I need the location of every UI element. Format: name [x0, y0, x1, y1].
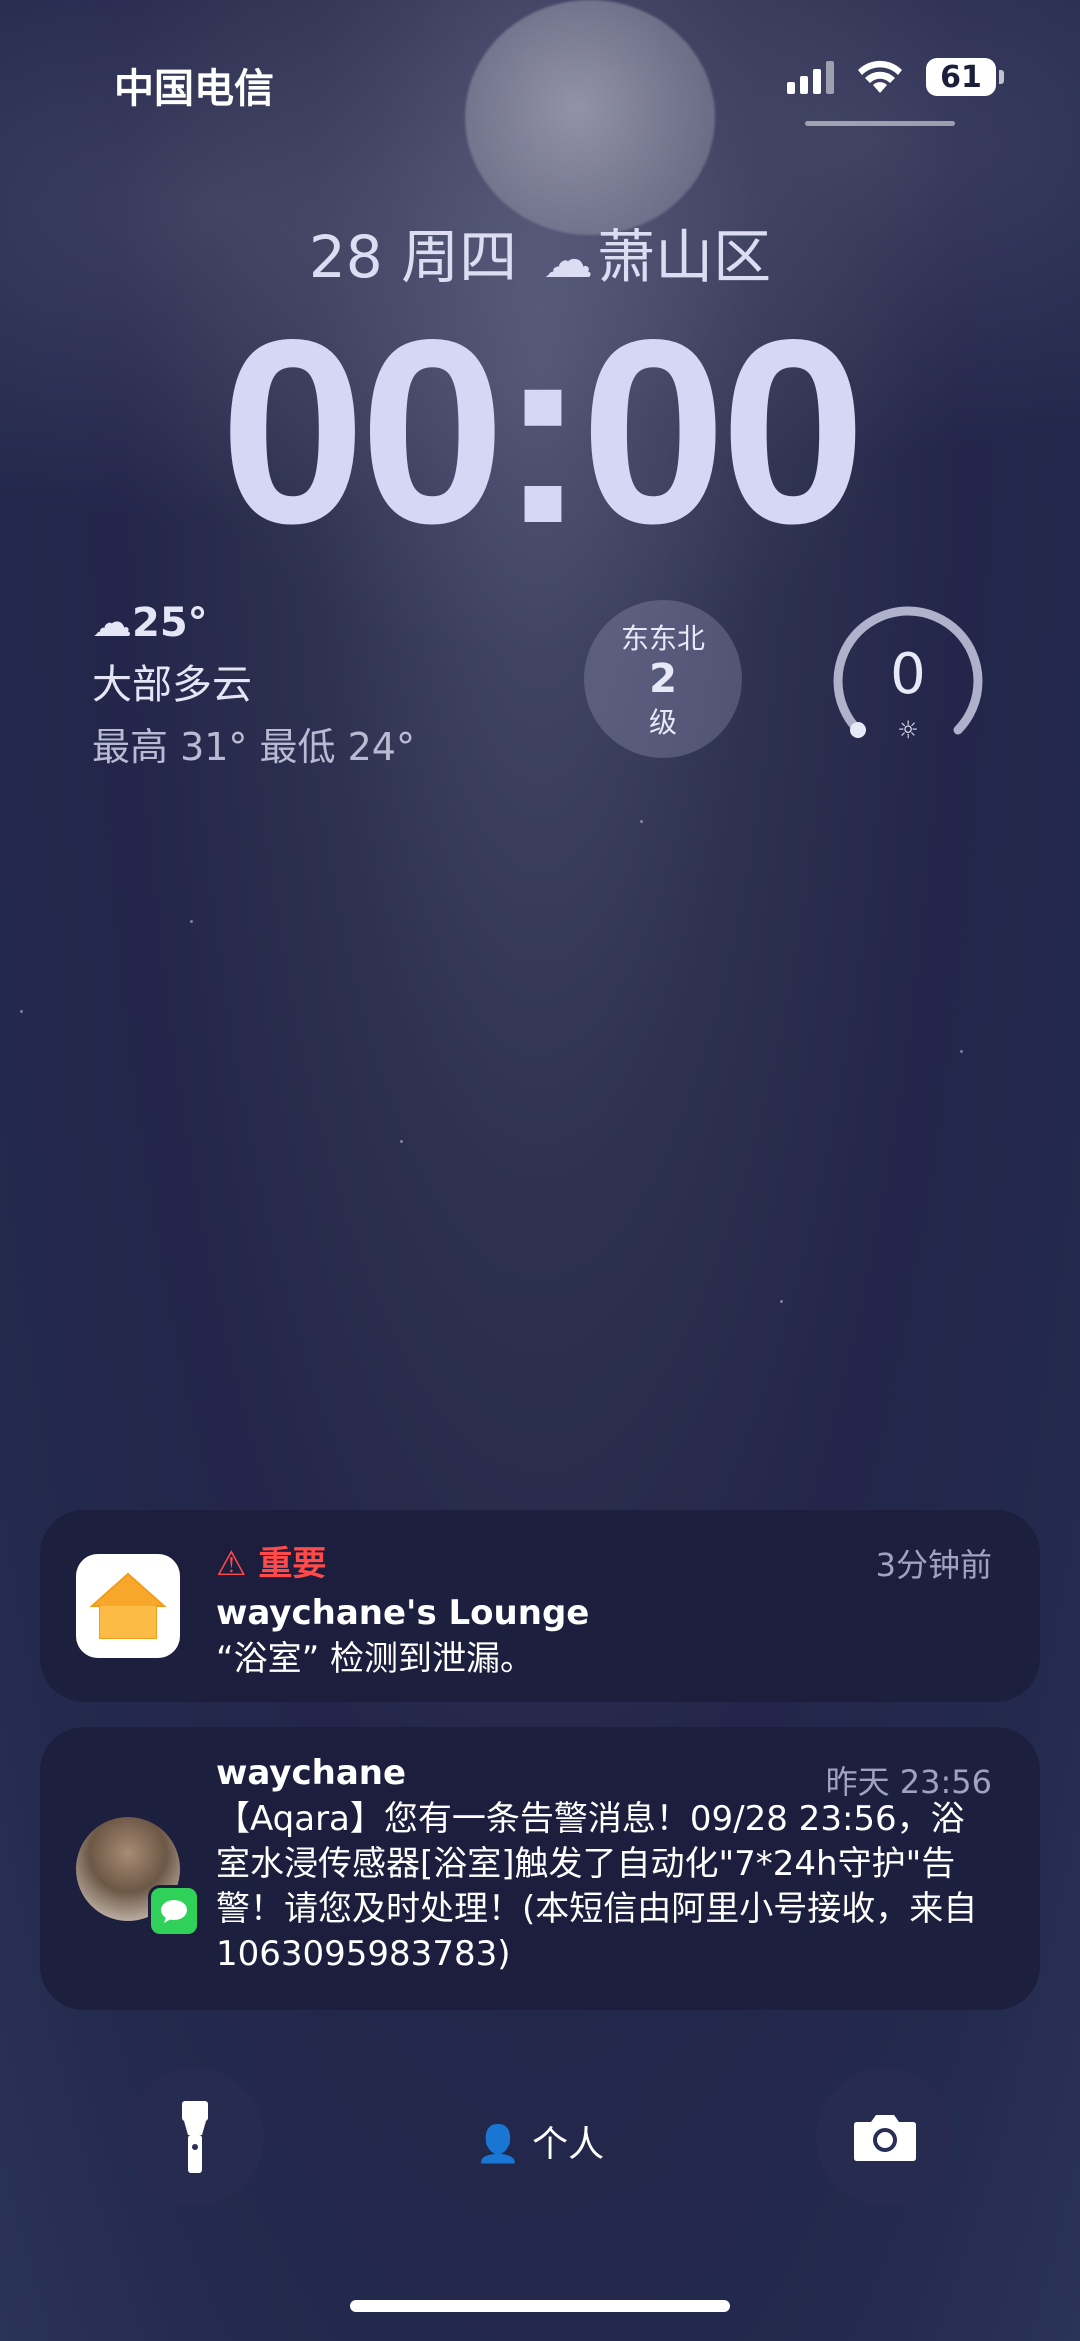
star: [780, 1300, 783, 1303]
moon-image: [465, 0, 715, 235]
wind-direction: 东东北: [620, 622, 705, 655]
warning-icon: ⚠: [216, 1544, 247, 1584]
home-indicator[interactable]: [350, 2300, 730, 2312]
messages-icon: [148, 1885, 200, 1937]
message-text: 【Aqara】您有一条告警消息！09/28 23:56，浴室水浸传感器[浴室]触…: [216, 1799, 978, 1974]
message-time: 昨天 23:56: [825, 1763, 992, 1801]
camera-icon: [854, 2115, 916, 2161]
camera-button[interactable]: [816, 2068, 954, 2206]
carrier-name: 中国电信: [114, 66, 274, 112]
notification-title: waychane's Lounge: [216, 1593, 590, 1633]
cloud-icon: ☁: [92, 600, 132, 646]
lock-clock: 00:00: [219, 285, 866, 578]
home-icon: [76, 1554, 180, 1658]
person-icon: 👤: [475, 2124, 521, 2165]
wind-widget[interactable]: 东东北 2 级: [584, 600, 742, 758]
notification-time: 3分钟前: [875, 1546, 992, 1584]
battery-indicator: 61: [926, 58, 1004, 96]
star: [190, 920, 193, 923]
sun-icon: ☼: [897, 716, 919, 744]
star: [640, 820, 643, 823]
home-notification[interactable]: ⚠ 重要 3分钟前 waychane's Lounge “浴室” 检测到泄漏。: [40, 1510, 1040, 1702]
location-label: 萧山区: [597, 223, 772, 291]
weather-widget[interactable]: ☁25° 大部多云 最高 31° 最低 24°: [92, 600, 415, 771]
star: [20, 1010, 23, 1013]
wind-level: 2: [649, 656, 677, 702]
status-icons: 61: [787, 58, 1004, 96]
date-label: 28 周四: [308, 223, 518, 291]
star: [960, 1050, 963, 1053]
notification-text: “浴室” 检测到泄漏。: [216, 1639, 535, 1679]
weather-condition: 大部多云: [92, 662, 252, 708]
uv-widget[interactable]: 0 ☼: [828, 600, 988, 760]
uv-value: 0: [890, 642, 926, 707]
important-label: 重要: [258, 1544, 327, 1584]
wind-unit: 级: [648, 706, 677, 739]
signal-icon: [787, 60, 834, 94]
message-notification[interactable]: waychane 昨天 23:56 【Aqara】您有一条告警消息！09/28 …: [40, 1727, 1040, 2010]
cloud-sun-icon: ☁: [543, 231, 594, 289]
weather-range: 最高 31° 最低 24°: [92, 725, 415, 769]
weather-temp: 25°: [132, 600, 208, 646]
focus-label: 个人: [532, 2124, 605, 2165]
control-center-indicator[interactable]: [805, 121, 955, 126]
wifi-icon: [858, 60, 902, 93]
star: [400, 1140, 403, 1143]
